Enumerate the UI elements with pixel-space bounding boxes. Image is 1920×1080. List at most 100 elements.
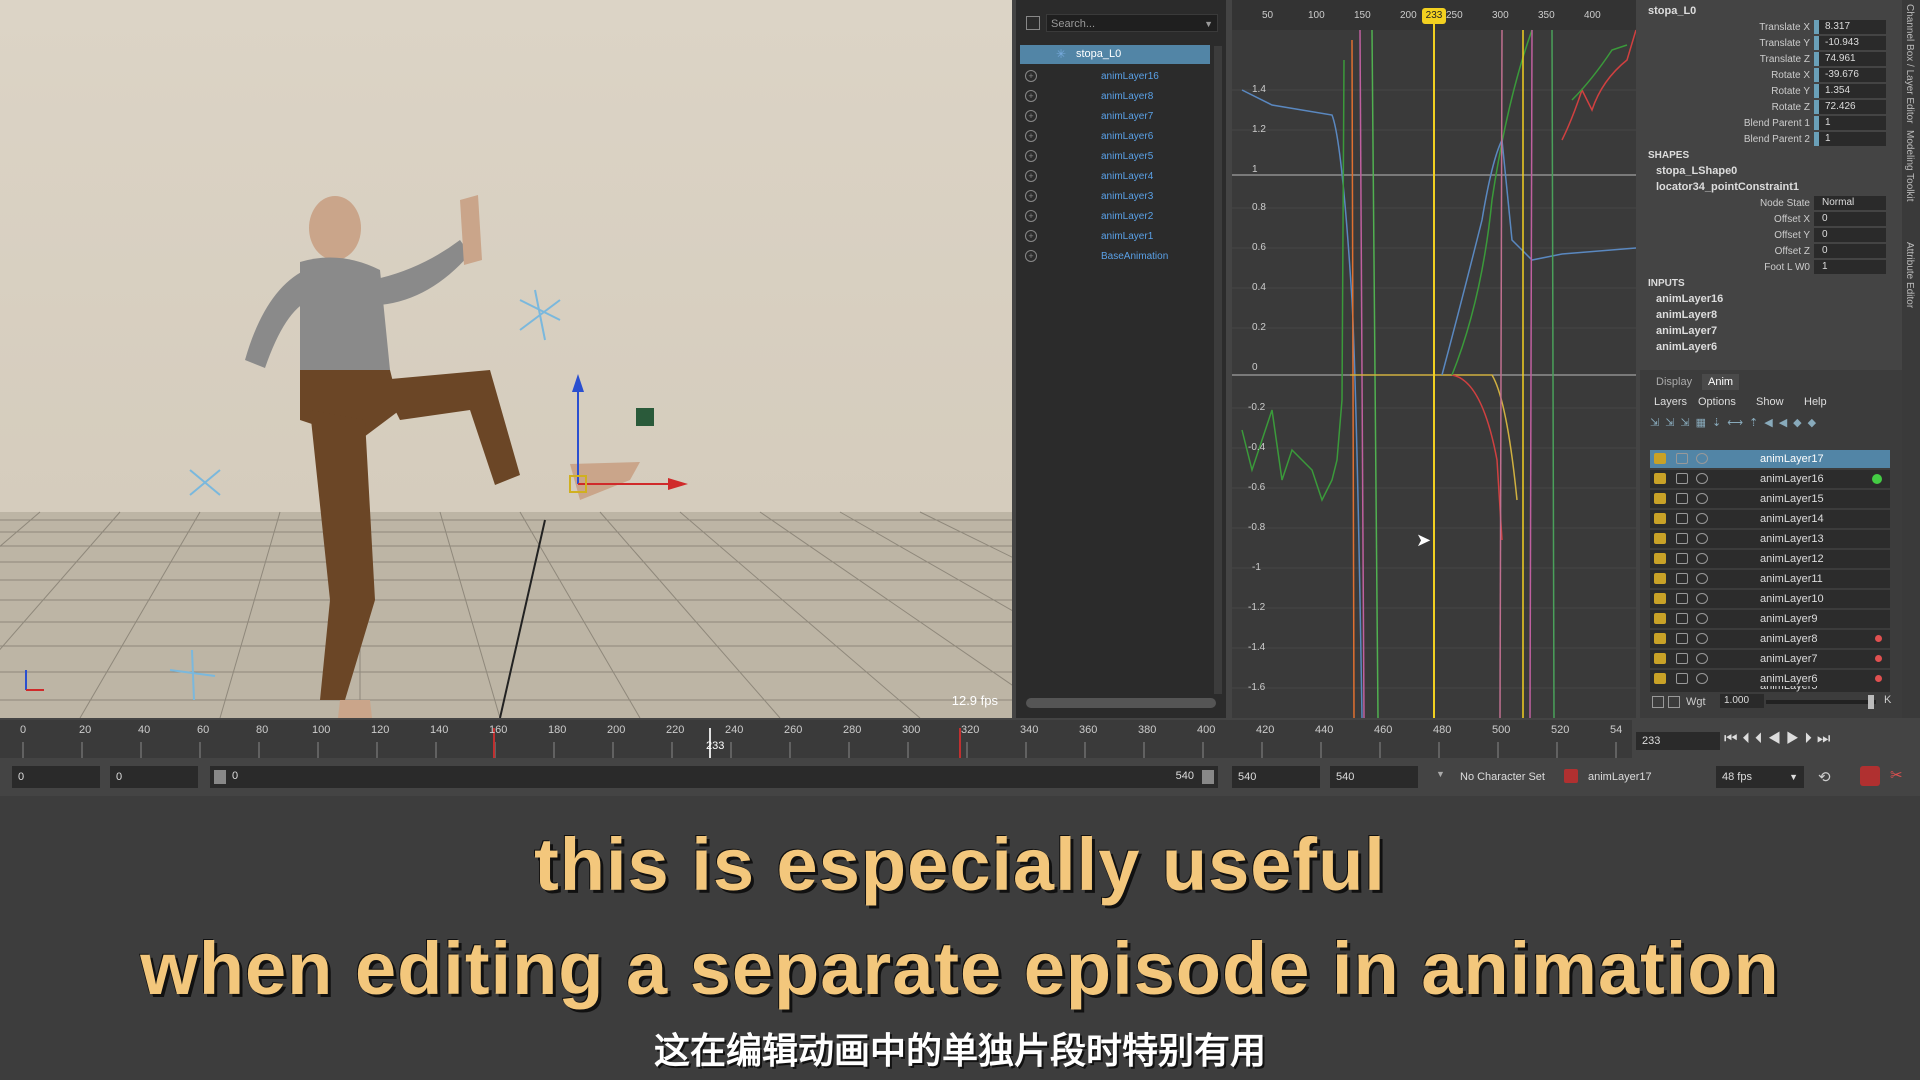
layer-row[interactable]: animLayer16 [1650,470,1890,488]
layer-row[interactable]: animLayer6 [1650,670,1890,686]
attr-value[interactable]: 0 [1814,212,1886,226]
shape-item[interactable]: stopa_LShape0 [1656,165,1737,177]
auto-key-icon[interactable] [1860,766,1880,786]
outliner-item[interactable]: + animLayer16 [1016,67,1212,87]
attr-value[interactable]: 0 [1814,228,1886,242]
outliner-item[interactable]: + animLayer4 [1016,167,1212,187]
chevron-down-icon[interactable]: ▼ [1204,15,1213,33]
lock-icon[interactable] [1654,653,1666,664]
tab-display[interactable]: Display [1650,374,1698,390]
layer-row[interactable]: animLayer7 [1650,650,1890,668]
mute-icon[interactable] [1676,453,1688,464]
play-forward-icon[interactable]: ▶ [1786,730,1804,747]
step-back-key-icon[interactable]: ⏴ [1743,730,1756,747]
channel-value[interactable]: 1.354 [1814,84,1886,98]
mute-icon[interactable] [1676,553,1688,564]
grid-icon[interactable] [1668,696,1680,708]
solo-icon[interactable] [1696,533,1708,544]
constraint-row[interactable]: Node State Normal [1640,196,1890,211]
outliner-item[interactable]: + animLayer2 [1016,207,1212,227]
expand-icon[interactable]: + [1025,250,1037,262]
character-set-label[interactable]: No Character Set [1460,771,1545,783]
mute-icon[interactable] [1676,613,1688,624]
go-to-start-icon[interactable]: ⏮ [1724,730,1743,747]
channel-row[interactable]: Translate X 8.317 [1640,20,1890,35]
active-layer-label[interactable]: animLayer17 [1588,771,1652,783]
playback-controls[interactable]: ⏮⏴⏴◀▶⏵⏭ [1724,730,1920,752]
outliner-search-input[interactable]: Search... ▼ [1046,14,1218,32]
menu-layers[interactable]: Layers [1654,396,1687,408]
layer-row[interactable]: animLayer14 [1650,510,1890,528]
solo-icon[interactable] [1696,473,1708,484]
grid-icon[interactable] [1652,696,1664,708]
constraint-row[interactable]: Offset Z 0 [1640,244,1890,259]
channel-row[interactable]: Blend Parent 2 1 [1640,132,1890,147]
solo-icon[interactable] [1696,673,1708,684]
mute-icon[interactable] [1676,473,1688,484]
lock-icon[interactable] [1654,593,1666,604]
mute-icon[interactable] [1676,593,1688,604]
channel-value[interactable]: 74.961 [1814,52,1886,66]
solo-icon[interactable] [1696,453,1708,464]
channel-row[interactable]: Translate Z 74.961 [1640,52,1890,67]
layer-row[interactable]: animLayer8 [1650,630,1890,648]
layer-row[interactable]: animLayer9 [1650,610,1890,628]
range-start-handle[interactable] [214,770,226,784]
tab-modeling-toolkit[interactable]: Modeling Toolkit [1904,130,1915,202]
input-item[interactable]: animLayer7 [1656,325,1717,337]
weight-slider[interactable] [1766,700,1876,704]
loop-icon[interactable]: ⟲ [1818,768,1831,786]
constraint-row[interactable]: Offset Y 0 [1640,228,1890,243]
input-item[interactable]: animLayer8 [1656,309,1717,321]
go-to-end-icon[interactable]: ⏭ [1817,730,1836,747]
channel-value[interactable]: 1 [1814,116,1886,130]
channel-row[interactable]: Rotate X -39.676 [1640,68,1890,83]
menu-show[interactable]: Show [1756,396,1784,408]
mute-icon[interactable] [1676,653,1688,664]
outliner-vertical-scrollbar[interactable] [1214,46,1222,694]
solo-icon[interactable] [1696,573,1708,584]
mute-icon[interactable] [1676,573,1688,584]
weight-field[interactable]: 1.000 [1720,694,1764,708]
3d-viewport[interactable]: 12.9 fps [0,0,1012,718]
menu-help[interactable]: Help [1804,396,1827,408]
mute-icon[interactable] [1676,633,1688,644]
outliner-item[interactable]: + animLayer8 [1016,87,1212,107]
layer-row[interactable]: animLayer15 [1650,490,1890,508]
solo-icon[interactable] [1696,613,1708,624]
outliner-item[interactable]: + animLayer3 [1016,187,1212,207]
outliner-item[interactable]: + animLayer1 [1016,227,1212,247]
playback-end-field[interactable]: 540 [1232,766,1320,788]
mute-icon[interactable] [1676,493,1688,504]
channel-value[interactable]: 1 [1814,132,1886,146]
solo-icon[interactable] [1696,553,1708,564]
lock-icon[interactable] [1654,633,1666,644]
expand-icon[interactable]: + [1025,230,1037,242]
input-item[interactable]: animLayer16 [1656,293,1723,305]
weight-slider-handle[interactable] [1868,695,1874,709]
menu-options[interactable]: Options [1698,396,1736,408]
channel-value[interactable]: -39.676 [1814,68,1886,82]
lock-icon[interactable] [1654,573,1666,584]
lock-icon[interactable] [1654,613,1666,624]
graph-editor[interactable]: 50 100 150 200 250 300 350 400 233 1.4 1… [1232,0,1636,718]
outliner-item[interactable]: + animLayer5 [1016,147,1212,167]
tab-attribute-editor[interactable]: Attribute Editor [1904,242,1915,308]
range-slider[interactable]: 0 540 [210,766,1218,788]
mute-icon[interactable] [1676,533,1688,544]
fps-dropdown[interactable]: 48 fps ▼ [1716,766,1804,788]
animation-end-field[interactable]: 540 [1330,766,1418,788]
animation-start-field[interactable]: 0 [12,766,100,788]
step-back-icon[interactable]: ⏴ [1755,730,1768,747]
expand-icon[interactable]: + [1025,70,1037,82]
lock-icon[interactable] [1654,673,1666,684]
expand-icon[interactable]: + [1025,210,1037,222]
playback-start-field[interactable]: 0 [110,766,198,788]
expand-icon[interactable]: + [1025,90,1037,102]
expand-icon[interactable]: + [1025,130,1037,142]
time-slider[interactable]: 0 20 40 60 80 100 120 140 160 180 200 22… [0,720,1632,758]
lock-icon[interactable] [1654,493,1666,504]
channel-row[interactable]: Translate Y -10.943 [1640,36,1890,51]
shape-item[interactable]: locator34_pointConstraint1 [1656,181,1799,193]
outliner-item[interactable]: + animLayer7 [1016,107,1212,127]
